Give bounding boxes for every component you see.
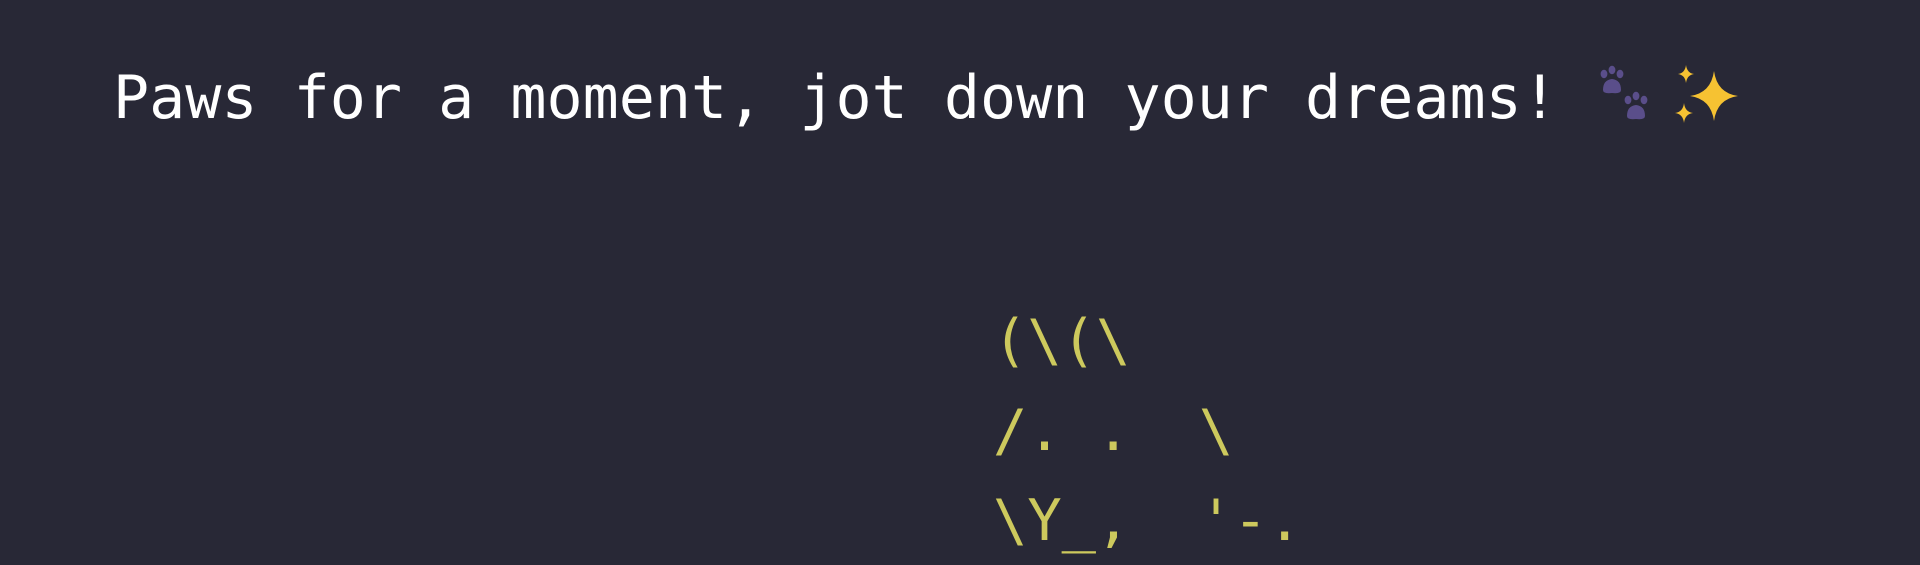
ascii-bunny-art: (\(\ /. . \ \Y_, '-.: [993, 296, 1302, 565]
ascii-art-line: /. . \: [993, 398, 1234, 464]
paw-prints-icon: [1594, 64, 1660, 130]
ascii-art-line: (\(\: [993, 308, 1131, 374]
ascii-art-line: \Y_, '-.: [993, 488, 1302, 554]
sparkles-icon: [1672, 63, 1742, 129]
page-heading: Paws for a moment, jot down your dreams!: [113, 62, 1742, 134]
page: Paws for a moment, jot down your dreams!: [0, 0, 1920, 565]
heading-text: Paws for a moment, jot down your dreams!: [113, 63, 1558, 133]
